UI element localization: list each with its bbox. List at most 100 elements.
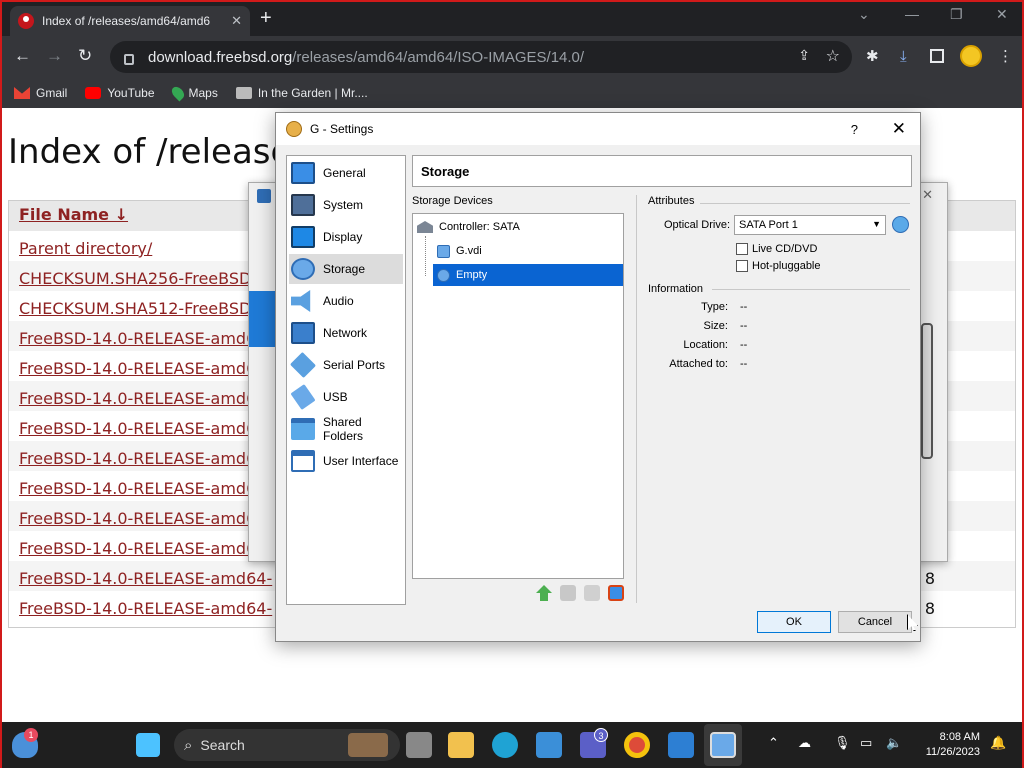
back-icon[interactable]: ← xyxy=(14,46,31,66)
table-row[interactable]: FreeBSD-14.0-RELEASE-amd6 xyxy=(19,389,256,408)
show-hidden-icons-icon[interactable]: ⌃ xyxy=(768,735,779,751)
usb-icon xyxy=(290,384,316,410)
notifications-bell-icon[interactable]: 🔔 xyxy=(990,735,1006,751)
shared-folders-icon xyxy=(291,418,315,440)
clock[interactable]: 8:08 AM 11/26/2023 xyxy=(926,730,980,760)
ok-button[interactable]: OK xyxy=(757,611,831,633)
taskbar-search[interactable]: ⌕ Search xyxy=(174,729,400,761)
network-tray-icon[interactable]: ▭ xyxy=(860,735,872,751)
tree-item-gvdi[interactable]: G.vdi xyxy=(437,240,488,262)
onedrive-icon[interactable]: ☁ xyxy=(798,735,811,751)
remove-attachment-icon[interactable] xyxy=(608,585,624,601)
nav-item-usb[interactable]: USB xyxy=(289,382,403,412)
table-row[interactable]: FreeBSD-14.0-RELEASE-amd6 xyxy=(19,479,256,498)
virtualbox-icon xyxy=(257,189,271,203)
nav-item-storage[interactable]: Storage xyxy=(289,254,403,284)
add-attachment-icon[interactable] xyxy=(584,585,600,601)
minimize-icon[interactable]: — xyxy=(905,6,919,22)
table-row[interactable]: FreeBSD-14.0-RELEASE-amd64- xyxy=(19,599,272,618)
task-view-icon[interactable] xyxy=(406,732,432,758)
nav-item-system[interactable]: System xyxy=(289,190,403,220)
table-row[interactable]: CHECKSUM.SHA256-FreeBSD- xyxy=(19,269,257,288)
edge-icon[interactable] xyxy=(492,732,518,758)
info-attached-to-label: Attached to: xyxy=(669,358,728,370)
file-explorer-icon[interactable] xyxy=(448,732,474,758)
bookmark-maps[interactable]: Maps xyxy=(169,84,218,102)
volume-icon[interactable]: 🔈 xyxy=(886,735,902,751)
table-row[interactable]: FreeBSD-14.0-RELEASE-amd6 xyxy=(19,359,256,378)
tab-search-icon[interactable]: ⌄ xyxy=(858,6,870,23)
forward-icon[interactable]: → xyxy=(46,46,63,66)
reload-icon[interactable]: ↻ xyxy=(78,46,92,66)
menu-icon[interactable]: ⋮ xyxy=(998,48,1013,66)
nav-item-network[interactable]: Network xyxy=(289,318,403,348)
download-icon[interactable]: ⤓ xyxy=(900,48,907,66)
weather-badge: 1 xyxy=(24,728,38,742)
system-icon xyxy=(291,194,315,216)
side-panel-icon[interactable] xyxy=(930,49,944,63)
remove-controller-icon[interactable] xyxy=(560,585,576,601)
profile-avatar[interactable] xyxy=(960,45,982,67)
user-interface-icon xyxy=(291,450,315,472)
dialog-titlebar: G - Settings ? ✕ xyxy=(276,113,920,145)
restore-icon[interactable]: ❐ xyxy=(950,6,963,23)
browser-tab[interactable]: Index of /releases/amd64/amd6 ✕ xyxy=(10,6,250,36)
address-bar[interactable]: download.freebsd.org/releases/amd64/amd6… xyxy=(110,41,852,73)
table-row[interactable]: FreeBSD-14.0-RELEASE-amd64- xyxy=(19,569,272,588)
search-icon: ⌕ xyxy=(184,736,193,754)
nav-item-shared-folders[interactable]: Shared Folders xyxy=(289,414,403,444)
table-row[interactable]: FreeBSD-14.0-RELEASE-amd6 xyxy=(19,509,256,528)
bookmark-star-icon[interactable]: ☆ xyxy=(826,46,840,66)
mail-icon[interactable] xyxy=(668,732,694,758)
preview-frame xyxy=(921,323,933,459)
tree-controller-sata[interactable]: Controller: SATA xyxy=(417,216,520,238)
size-fragment: 8 xyxy=(924,599,935,618)
chrome-icon[interactable] xyxy=(624,732,650,758)
table-row[interactable]: Parent directory/ xyxy=(19,239,152,258)
table-row[interactable]: FreeBSD-14.0-RELEASE-amd6 xyxy=(19,419,256,438)
pane-divider[interactable] xyxy=(636,195,637,603)
bookmark-youtube[interactable]: YouTube xyxy=(85,86,155,100)
nav-item-user-interface[interactable]: User Interface xyxy=(289,446,403,476)
nav-item-display[interactable]: Display xyxy=(289,222,403,252)
file-name-column-header[interactable]: File Name ↓ xyxy=(19,205,128,224)
table-row[interactable]: CHECKSUM.SHA512-FreeBSD- xyxy=(19,299,257,318)
bookmark-garden[interactable]: In the Garden | Mr.... xyxy=(235,86,368,100)
optical-drive-select[interactable]: SATA Port 1 ▼ xyxy=(734,215,886,235)
nav-item-serial-ports[interactable]: Serial Ports xyxy=(289,350,403,380)
bookmark-gmail[interactable]: Gmail xyxy=(14,86,67,100)
new-tab-icon[interactable]: + xyxy=(260,7,272,29)
virtualbox-taskbar-icon[interactable] xyxy=(710,732,736,758)
hot-pluggable-checkbox[interactable]: Hot-pluggable xyxy=(736,260,821,272)
table-row[interactable]: FreeBSD-14.0-RELEASE-amd6 xyxy=(19,449,256,468)
window-close-icon[interactable]: ✕ xyxy=(996,6,1008,23)
live-cd-checkbox[interactable]: Live CD/DVD xyxy=(736,243,817,255)
choose-disk-icon[interactable] xyxy=(892,216,909,233)
checkbox-box[interactable] xyxy=(736,243,748,255)
chevron-down-icon: ▼ xyxy=(872,219,881,229)
tab-close-icon[interactable]: ✕ xyxy=(231,13,242,29)
settings-dialog: G - Settings ? ✕ General System Display … xyxy=(275,112,921,642)
microphone-icon[interactable]: 🎙 xyxy=(834,735,851,751)
nav-item-general[interactable]: General xyxy=(289,158,403,188)
extensions-icon[interactable]: ✱ xyxy=(866,48,879,66)
clock-date: 11/26/2023 xyxy=(925,746,980,758)
add-controller-icon[interactable] xyxy=(536,585,552,601)
store-icon[interactable] xyxy=(536,732,562,758)
help-icon[interactable]: ? xyxy=(851,122,858,137)
start-icon[interactable] xyxy=(136,733,160,757)
table-row[interactable]: FreeBSD-14.0-RELEASE-amd6 xyxy=(19,539,256,558)
checkbox-box[interactable] xyxy=(736,260,748,272)
virtualbox-settings-icon xyxy=(286,121,302,137)
table-row[interactable]: FreeBSD-14.0-RELEASE-amd6 xyxy=(19,329,256,348)
network-icon xyxy=(291,322,315,344)
audio-icon xyxy=(291,290,311,312)
dialog-close-icon[interactable]: ✕ xyxy=(892,119,906,139)
tree-item-empty[interactable]: Empty xyxy=(433,264,623,286)
share-icon[interactable]: ⇪ xyxy=(798,47,810,64)
nav-item-audio[interactable]: Audio xyxy=(289,286,403,316)
manager-close-icon[interactable]: ✕ xyxy=(922,187,933,203)
storage-tree[interactable]: Controller: SATA G.vdi Empty xyxy=(412,213,624,579)
cancel-button[interactable]: Cancel xyxy=(838,611,912,633)
info-type-label: Type: xyxy=(701,301,728,313)
